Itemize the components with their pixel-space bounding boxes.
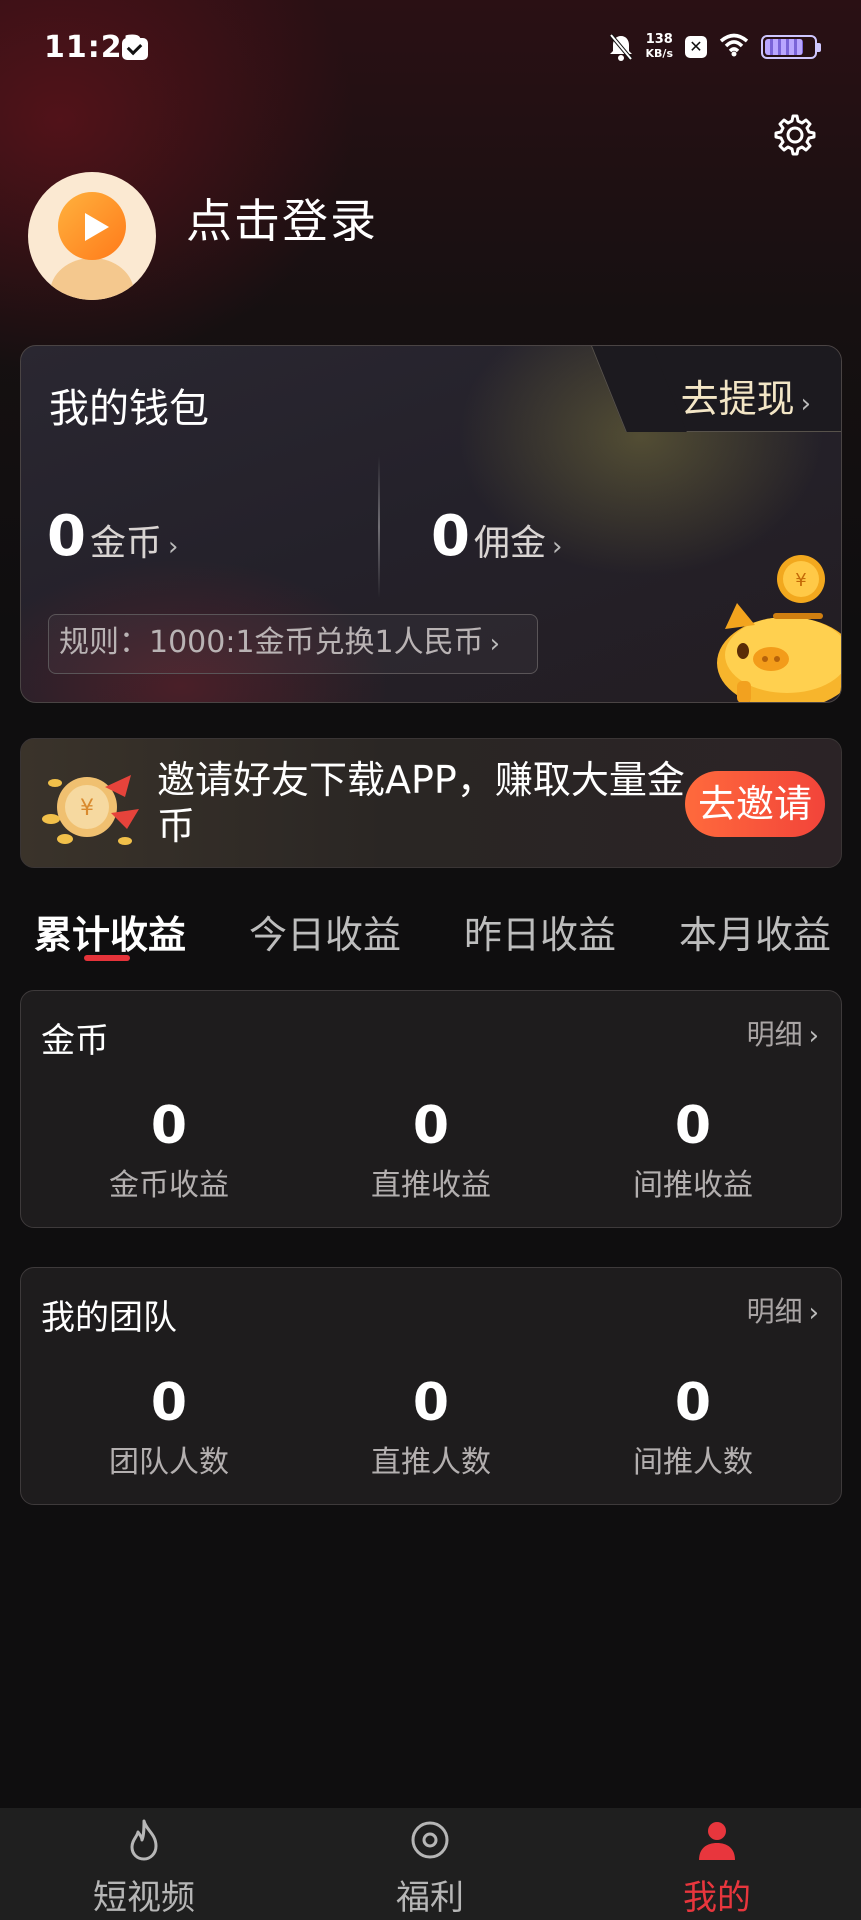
invite-banner[interactable]: ¥ 邀请好友下载APP，赚取大量金币 去邀请	[20, 738, 842, 868]
chevron-right-icon: ›	[489, 629, 501, 659]
stat-label: 金币收益	[109, 1168, 229, 1203]
chevron-right-icon: ›	[800, 389, 811, 419]
nav-item-welfare[interactable]: 福利	[330, 1808, 530, 1920]
exchange-rule-text: 规则：1000:1金币兑换1人民币	[59, 625, 484, 660]
chevron-right-icon: ›	[167, 532, 179, 562]
speed-value: 138	[645, 32, 673, 47]
status-bar: 11:23 138 KB/s ✕	[0, 0, 861, 100]
avatar-body	[50, 258, 134, 300]
stat-coin-earnings: 0 金币收益	[39, 1096, 299, 1204]
person-icon	[699, 1822, 735, 1860]
coin-gift-icon: ¥	[42, 775, 139, 845]
team-detail-link[interactable]: 明细 ›	[747, 1290, 819, 1330]
stat-label: 直推人数	[371, 1445, 491, 1480]
exchange-rule[interactable]: 规则：1000:1金币兑换1人民币 ›	[48, 614, 538, 674]
card-title: 金币	[41, 1021, 109, 1061]
nav-item-mine[interactable]: 我的	[617, 1808, 817, 1920]
stat-direct-earnings: 0 直推收益	[301, 1096, 561, 1204]
tab-today-earnings[interactable]: 今日收益	[249, 904, 401, 959]
coin-detail-link[interactable]: 明细 ›	[747, 1013, 819, 1053]
withdraw-label: 去提现	[680, 377, 795, 421]
team-card: 我的团队 明细 › 0 团队人数 0 直推人数 0 间推人数	[20, 1267, 842, 1505]
coin-earnings-card: 金币 明细 › 0 金币收益 0 直推收益 0 间推收益	[20, 990, 842, 1228]
commission-balance[interactable]: 0 佣金 ›	[431, 504, 562, 569]
stat-label: 团队人数	[109, 1445, 229, 1480]
bell-off-icon	[608, 32, 634, 62]
message-notification-icon	[122, 38, 148, 60]
coins-value: 0	[47, 504, 86, 569]
commission-value: 0	[431, 504, 470, 569]
nav-label: 短视频	[93, 1878, 195, 1918]
chevron-right-icon: ›	[808, 1021, 819, 1051]
battery-icon	[761, 35, 821, 59]
nav-label: 我的	[683, 1878, 751, 1918]
stat-value: 0	[412, 1373, 450, 1433]
invite-text: 邀请好友下载APP，赚取大量金币	[157, 758, 685, 848]
network-speed: 138 KB/s	[646, 33, 673, 61]
svg-text:¥: ¥	[795, 570, 806, 591]
card-title: 我的团队	[41, 1298, 177, 1338]
withdraw-button[interactable]: 去提现 ›	[681, 368, 811, 423]
bottom-nav: 短视频 福利 我的	[0, 1808, 861, 1920]
tab-total-earnings[interactable]: 累计收益	[34, 904, 186, 959]
nav-label: 福利	[396, 1878, 464, 1918]
play-icon	[85, 213, 109, 241]
speed-unit: KB/s	[645, 47, 673, 60]
avatar[interactable]	[28, 172, 156, 300]
status-icons: 138 KB/s ✕	[608, 32, 821, 62]
tab-month-earnings[interactable]: 本月收益	[679, 904, 831, 959]
login-link[interactable]: 点击登录	[186, 185, 378, 251]
coins-label: 金币	[89, 523, 162, 564]
gear-icon[interactable]	[772, 112, 818, 158]
chevron-right-icon: ›	[551, 532, 563, 562]
app-notification-icon: ✕	[685, 36, 707, 58]
stat-indirect-earnings: 0 间推收益	[563, 1096, 823, 1204]
stat-direct-members: 0 直推人数	[301, 1373, 561, 1481]
piggy-bank-icon: ¥	[717, 555, 841, 702]
coins-balance[interactable]: 0 金币 ›	[47, 504, 178, 569]
detail-label: 明细	[746, 1018, 803, 1051]
wallet-title: 我的钱包	[49, 386, 209, 432]
invite-button[interactable]: 去邀请	[685, 771, 825, 837]
nav-item-short-video[interactable]: 短视频	[44, 1808, 244, 1920]
divider	[378, 456, 380, 598]
svg-text:¥: ¥	[80, 796, 94, 821]
stat-indirect-members: 0 间推人数	[563, 1373, 823, 1481]
active-tab-indicator	[84, 955, 130, 961]
target-icon	[411, 1821, 449, 1859]
tab-yesterday-earnings[interactable]: 昨日收益	[464, 904, 616, 959]
flame-icon	[130, 1819, 158, 1861]
stat-value: 0	[674, 1096, 712, 1156]
detail-label: 明细	[746, 1295, 803, 1328]
stat-label: 间推收益	[633, 1168, 753, 1203]
chevron-right-icon: ›	[808, 1298, 819, 1328]
stat-value: 0	[412, 1096, 450, 1156]
stat-value: 0	[674, 1373, 712, 1433]
stat-team-size: 0 团队人数	[39, 1373, 299, 1481]
stat-value: 0	[150, 1373, 188, 1433]
stat-label: 直推收益	[371, 1168, 491, 1203]
wallet-card: 我的钱包 去提现 › 0 金币 › 0 佣金 › 规则：1000:1金币兑换1人民…	[20, 345, 842, 703]
wifi-icon	[719, 33, 749, 61]
commission-label: 佣金	[473, 523, 546, 564]
stat-label: 间推人数	[633, 1445, 753, 1480]
stat-value: 0	[150, 1096, 188, 1156]
